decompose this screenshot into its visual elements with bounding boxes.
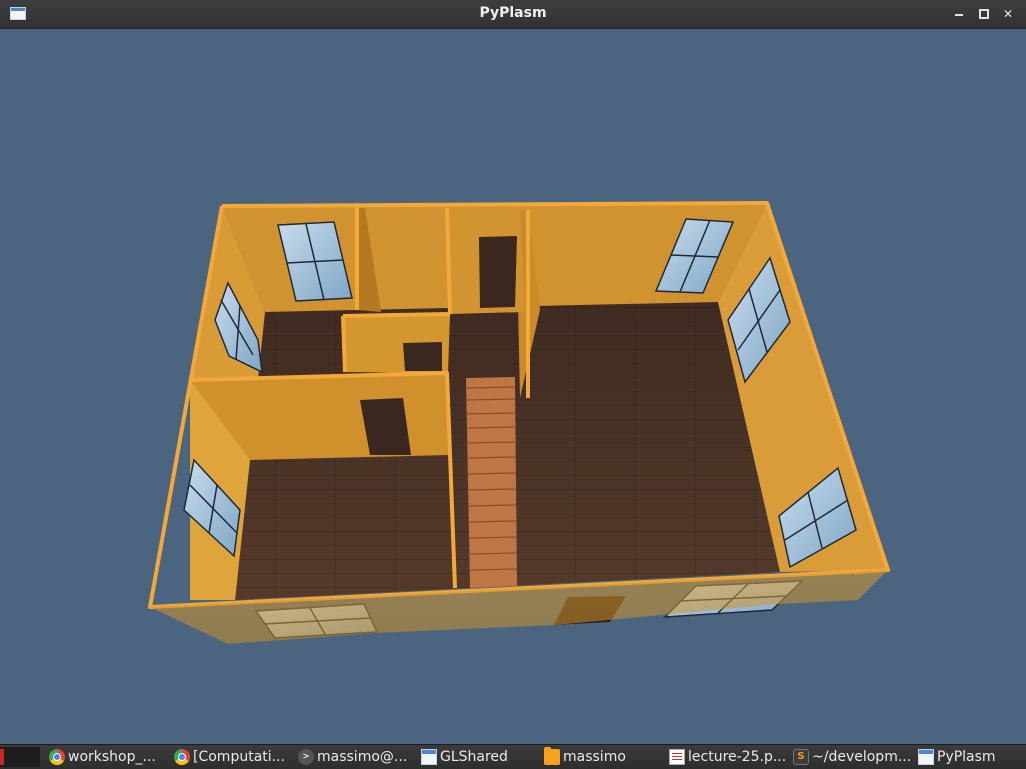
sublime-icon: S xyxy=(793,749,809,765)
maximize-icon xyxy=(979,9,989,19)
taskbar-item-terminal[interactable]: > massimo@... xyxy=(298,747,414,767)
taskbar-item-label: lecture-25.p... xyxy=(688,749,787,765)
taskbar-item-sublime[interactable]: S ~/developm... xyxy=(793,747,911,767)
taskbar-item-label: workshop_... xyxy=(68,749,156,765)
door-back-corridor xyxy=(479,236,517,308)
close-icon: ✕ xyxy=(1002,7,1014,21)
taskbar-item-label: ~/developm... xyxy=(812,749,911,765)
door-closet xyxy=(403,342,442,371)
taskbar-item-folder[interactable]: massimo xyxy=(544,747,660,767)
window-icon xyxy=(421,749,437,765)
taskbar-item-glshared[interactable]: GLShared xyxy=(421,747,537,767)
terminal-icon: > xyxy=(298,749,314,765)
window-title: PyPlasm xyxy=(479,5,547,21)
taskbar-item-lecture[interactable]: lecture-25.p... xyxy=(669,747,787,767)
minimize-icon xyxy=(955,14,963,16)
close-button[interactable]: ✕ xyxy=(999,5,1017,23)
taskbar-item-label: massimo xyxy=(563,749,626,765)
folder-icon xyxy=(544,747,560,765)
taskbar-item-label: [Computati... xyxy=(193,749,285,765)
3d-viewport[interactable] xyxy=(0,29,1026,744)
title-bar: PyPlasm ✕ xyxy=(0,0,1026,29)
taskbar-item-workshop[interactable]: workshop_... xyxy=(49,747,167,767)
window-icon xyxy=(918,749,934,765)
taskbar: workshop_... [Computati... > massimo@...… xyxy=(0,744,1026,769)
taskbar-item-computation[interactable]: [Computati... xyxy=(174,747,292,767)
house-model-render xyxy=(148,201,890,644)
chrome-icon xyxy=(49,749,65,765)
workspace-indicator[interactable] xyxy=(0,747,40,767)
taskbar-item-label: PyPlasm xyxy=(937,749,996,765)
maximize-button[interactable] xyxy=(975,5,993,23)
taskbar-item-label: massimo@... xyxy=(317,749,408,765)
staircase xyxy=(465,377,518,588)
taskbar-item-pyplasm[interactable]: PyPlasm xyxy=(918,747,1026,767)
taskbar-item-label: GLShared xyxy=(440,749,508,765)
document-icon xyxy=(669,749,685,765)
minimize-button[interactable] xyxy=(950,5,968,23)
chrome-icon xyxy=(174,749,190,765)
